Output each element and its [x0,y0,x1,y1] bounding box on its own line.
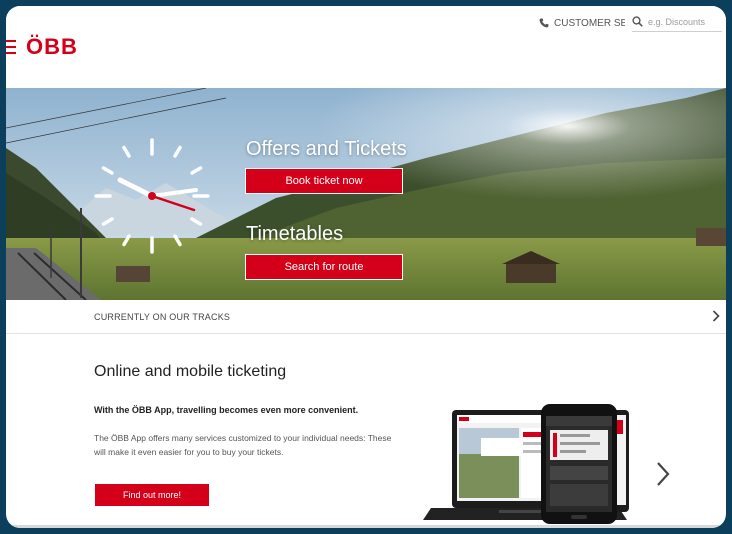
clock-icon [94,138,210,254]
site-header: ÖBB CUSTOMER SERVICE [6,6,726,88]
current-tracks-label: CURRENTLY ON OUR TRACKS [94,312,231,322]
book-ticket-button[interactable]: Book ticket now [245,168,403,194]
browser-page: ÖBB CUSTOMER SERVICE [6,6,726,528]
site-search [632,12,722,32]
menu-icon[interactable] [6,40,18,54]
phone-icon [539,18,549,28]
offers-tickets-title: Offers and Tickets [246,138,407,160]
timetables-title: Timetables [246,223,344,245]
page-divider [6,525,726,528]
ticketing-body: The ÖBB App offers many services customi… [94,433,392,457]
search-icon[interactable] [632,16,643,27]
hero-banner: Offers and Tickets Book ticket now Timet… [6,88,726,300]
customer-service-label: CUSTOMER SERVICE [554,17,625,29]
ticketing-title: Online and mobile ticketing [94,363,287,380]
ticketing-lead: With the ÖBB App, travelling becomes eve… [94,405,359,415]
find-out-more-button[interactable]: Find out more! [95,484,209,506]
chevron-right-icon[interactable] [656,461,670,487]
search-input[interactable] [648,16,714,27]
app-devices-image [423,404,629,524]
chevron-right-icon[interactable] [712,310,720,322]
brand-logo[interactable]: ÖBB [26,34,78,60]
current-tracks-bar[interactable]: CURRENTLY ON OUR TRACKS [6,300,726,334]
customer-service-link[interactable]: CUSTOMER SERVICE [539,15,625,31]
search-route-button[interactable]: Search for route [245,254,403,280]
